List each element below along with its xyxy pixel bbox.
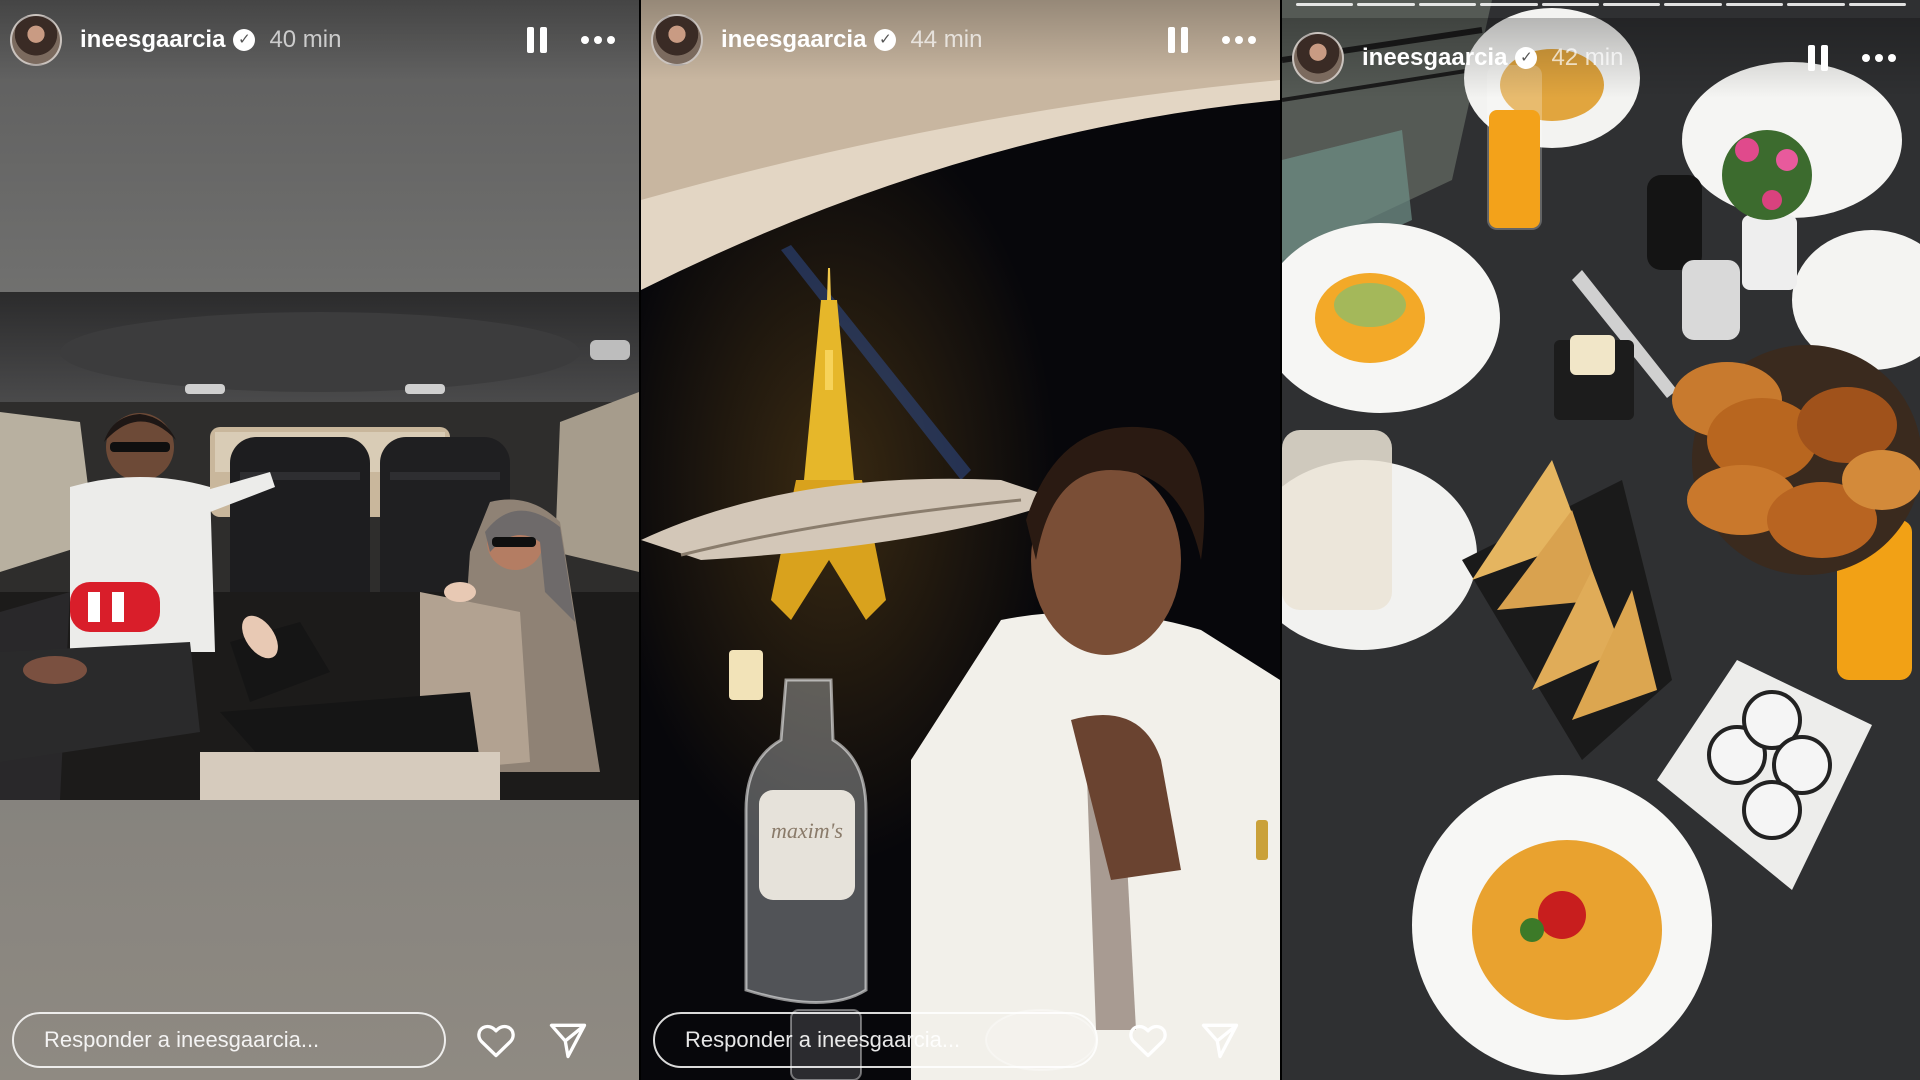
post-time: 40 min: [269, 26, 342, 53]
story-panel-2[interactable]: maxim's ineesgaarcia ✓ 44 min Responder …: [641, 0, 1280, 1080]
verified-badge-icon: ✓: [233, 29, 256, 51]
avatar[interactable]: [10, 14, 62, 66]
story-panel-1[interactable]: ineesgaarcia ✓ 40 min Responder a ineesg…: [0, 0, 639, 1080]
more-options-icon[interactable]: [1862, 54, 1896, 62]
verified-badge-icon: ✓: [1515, 47, 1538, 69]
bottle-label: maxim's: [771, 818, 843, 843]
story-footer: Responder a ineesgaarcia...: [641, 1000, 1280, 1080]
story-panel-3[interactable]: ineesgaarcia ✓ 42 min: [1282, 0, 1920, 1080]
reply-input[interactable]: Responder a ineesgaarcia...: [12, 1012, 446, 1068]
story-progress-bar: [1296, 3, 1907, 6]
story-photo-breakfast: [1282, 0, 1920, 1080]
post-time: 42 min: [1551, 44, 1624, 71]
verified-badge-icon: ✓: [874, 29, 897, 51]
heart-icon[interactable]: [1126, 1018, 1170, 1062]
car-interior-image: [0, 292, 639, 800]
pause-icon[interactable]: [1168, 27, 1188, 53]
heart-icon[interactable]: [474, 1018, 518, 1062]
username[interactable]: ineesgaarcia: [721, 26, 866, 54]
avatar[interactable]: [651, 14, 703, 66]
pause-icon[interactable]: [1808, 45, 1828, 71]
pause-icon[interactable]: [527, 27, 547, 53]
story-photo-car: [0, 292, 639, 800]
avatar[interactable]: [1292, 32, 1344, 84]
story-header: ineesgaarcia ✓ 42 min: [1282, 18, 1920, 98]
story-photo-dinner: maxim's: [641, 0, 1280, 1080]
send-icon[interactable]: [1198, 1018, 1242, 1062]
more-options-icon[interactable]: [1222, 36, 1256, 44]
send-icon[interactable]: [546, 1018, 590, 1062]
post-time: 44 min: [910, 26, 983, 53]
username[interactable]: ineesgaarcia: [1362, 44, 1507, 72]
breakfast-table-image: [1282, 0, 1920, 1080]
eiffel-dinner-image: maxim's: [641, 0, 1280, 1080]
more-options-icon[interactable]: [581, 36, 615, 44]
reply-input[interactable]: Responder a ineesgaarcia...: [653, 1012, 1098, 1068]
story-header: ineesgaarcia ✓ 44 min: [641, 0, 1280, 80]
username[interactable]: ineesgaarcia: [80, 26, 225, 54]
story-footer: Responder a ineesgaarcia...: [0, 1000, 639, 1080]
story-header: ineesgaarcia ✓ 40 min: [0, 0, 639, 80]
